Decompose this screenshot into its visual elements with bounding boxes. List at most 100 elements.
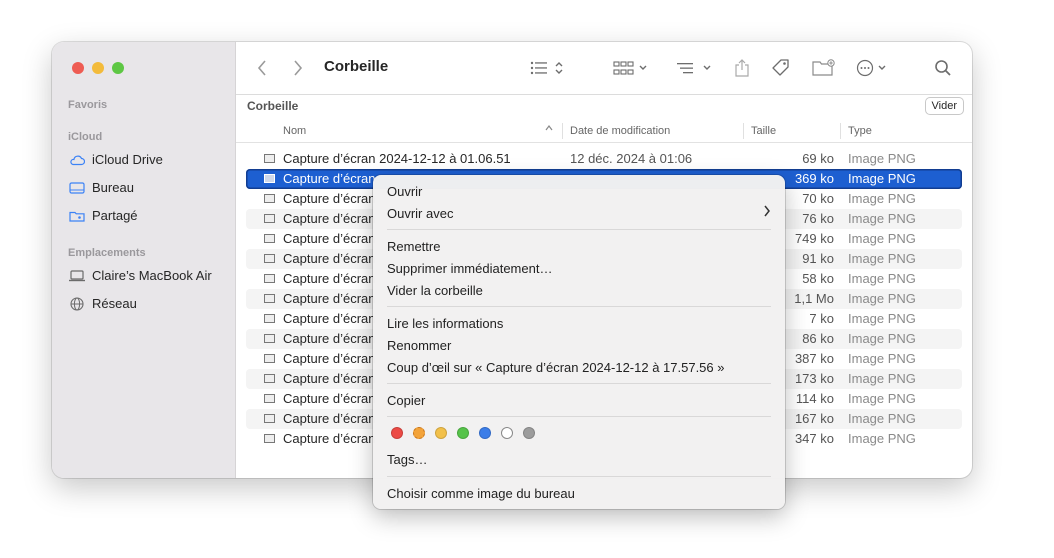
column-header: Nom Date de modification Taille Type [236, 120, 972, 143]
file-name: Capture d’écran [283, 291, 376, 306]
file-type: Image PNG [848, 271, 916, 286]
minimize-window-button[interactable] [92, 62, 104, 74]
file-type: Image PNG [848, 231, 916, 246]
file-name: Capture d’écran [283, 271, 376, 286]
menu-item-get-info[interactable]: Lire les informations [387, 316, 503, 331]
file-type: Image PNG [848, 151, 916, 166]
file-name: Capture d’écran [283, 331, 376, 346]
menu-divider [387, 229, 771, 230]
image-file-icon [264, 214, 275, 223]
sidebar-item-label: Partagé [92, 208, 138, 223]
close-window-button[interactable] [72, 62, 84, 74]
tag-icon[interactable] [771, 58, 791, 78]
tag-blue-dot[interactable] [479, 427, 491, 439]
image-file-icon [264, 234, 275, 243]
image-file-icon [264, 254, 275, 263]
file-type: Image PNG [848, 171, 916, 186]
zoom-window-button[interactable] [112, 62, 124, 74]
file-name: Capture d’écran [283, 411, 376, 426]
image-file-icon [264, 374, 275, 383]
file-name: Capture d’écran [283, 391, 376, 406]
back-chevron-icon[interactable] [256, 58, 268, 78]
column-type[interactable]: Type [848, 125, 872, 137]
file-type: Image PNG [848, 331, 916, 346]
file-size: 69 ko [802, 151, 834, 166]
file-type: Image PNG [848, 391, 916, 406]
sidebar-item-label: Claire’s MacBook Air [92, 268, 212, 283]
file-name: Capture d’écran [283, 231, 376, 246]
tag-orange-dot[interactable] [413, 427, 425, 439]
list-view-icon[interactable] [530, 58, 566, 78]
file-name: Capture d’écran [283, 191, 376, 206]
image-file-icon [264, 194, 275, 203]
menu-item-put-back[interactable]: Remettre [387, 239, 440, 254]
image-file-icon [264, 174, 275, 183]
file-name: Capture d’écran [283, 251, 376, 266]
tag-green-dot[interactable] [457, 427, 469, 439]
sidebar: Favoris iCloud iCloud Drive Bureau Parta… [52, 42, 236, 478]
sidebar-item-label: Bureau [92, 180, 134, 195]
menu-item-open[interactable]: Ouvrir [387, 184, 422, 199]
file-name: Capture d’écran [283, 351, 376, 366]
group-view-icon[interactable] [613, 58, 651, 78]
forward-chevron-icon[interactable] [292, 58, 304, 78]
file-name: Capture d’écran 2024-12-12 à 01.06.51 [283, 151, 511, 166]
column-divider[interactable] [743, 123, 744, 139]
file-type: Image PNG [848, 371, 916, 386]
menu-divider [387, 306, 771, 307]
traffic-lights [72, 62, 124, 74]
toolbar: Corbeille [236, 42, 972, 95]
menu-item-rename[interactable]: Renommer [387, 338, 451, 353]
column-divider[interactable] [840, 123, 841, 139]
file-type: Image PNG [848, 291, 916, 306]
sort-options-icon[interactable] [676, 58, 716, 78]
file-type: Image PNG [848, 251, 916, 266]
image-file-icon [264, 434, 275, 443]
column-name[interactable]: Nom [283, 125, 306, 137]
path-bar: Corbeille Vider [236, 95, 972, 119]
desktop-icon [68, 181, 86, 195]
menu-item-open-with[interactable]: Ouvrir avec [387, 206, 453, 221]
menu-item-tags[interactable]: Tags… [387, 452, 427, 467]
tag-red-dot[interactable] [391, 427, 403, 439]
table-row[interactable]: Capture d’écran 2024-12-12 à 01.06.51 12 … [246, 149, 962, 169]
menu-item-empty-trash[interactable]: Vider la corbeille [387, 283, 483, 298]
menu-item-set-desktop-picture[interactable]: Choisir comme image du bureau [387, 486, 575, 501]
more-actions-icon[interactable] [856, 58, 892, 78]
tag-gray-dot[interactable] [523, 427, 535, 439]
sidebar-item-reseau[interactable]: Réseau [68, 296, 137, 311]
path-bar-label: Corbeille [247, 99, 299, 113]
sidebar-section-icloud: iCloud [68, 131, 103, 143]
image-file-icon [264, 294, 275, 303]
file-name: Capture d’écran [283, 431, 376, 446]
sidebar-section-favoris: Favoris [68, 99, 108, 111]
tag-white-dot[interactable] [501, 427, 513, 439]
menu-divider [387, 416, 771, 417]
sidebar-item-icloud-drive[interactable]: iCloud Drive [68, 152, 163, 167]
menu-item-copy[interactable]: Copier [387, 393, 425, 408]
file-type: Image PNG [848, 211, 916, 226]
image-file-icon [264, 274, 275, 283]
file-type: Image PNG [848, 431, 916, 446]
image-file-icon [264, 354, 275, 363]
sidebar-item-macbook[interactable]: Claire’s MacBook Air [68, 268, 212, 283]
menu-item-quick-look[interactable]: Coup d’œil sur « Capture d’écran 2024-12… [387, 360, 725, 375]
cloud-icon [68, 153, 86, 167]
new-folder-icon[interactable] [812, 58, 836, 78]
image-file-icon [264, 394, 275, 403]
image-file-icon [264, 154, 275, 163]
sort-ascending-icon [544, 123, 554, 136]
sidebar-item-bureau[interactable]: Bureau [68, 180, 134, 195]
menu-item-delete-immediately[interactable]: Supprimer immédiatement… [387, 261, 552, 276]
file-date: 12 déc. 2024 à 01:06 [570, 151, 693, 166]
tag-yellow-dot[interactable] [435, 427, 447, 439]
tag-color-picker [391, 427, 535, 439]
share-icon[interactable] [734, 58, 750, 78]
column-date[interactable]: Date de modification [570, 125, 670, 137]
column-size[interactable]: Taille [751, 125, 776, 137]
column-divider[interactable] [562, 123, 563, 139]
sidebar-item-partage[interactable]: Partagé [68, 208, 138, 223]
empty-trash-button[interactable]: Vider [924, 97, 964, 115]
search-icon[interactable] [934, 58, 952, 78]
image-file-icon [264, 334, 275, 343]
